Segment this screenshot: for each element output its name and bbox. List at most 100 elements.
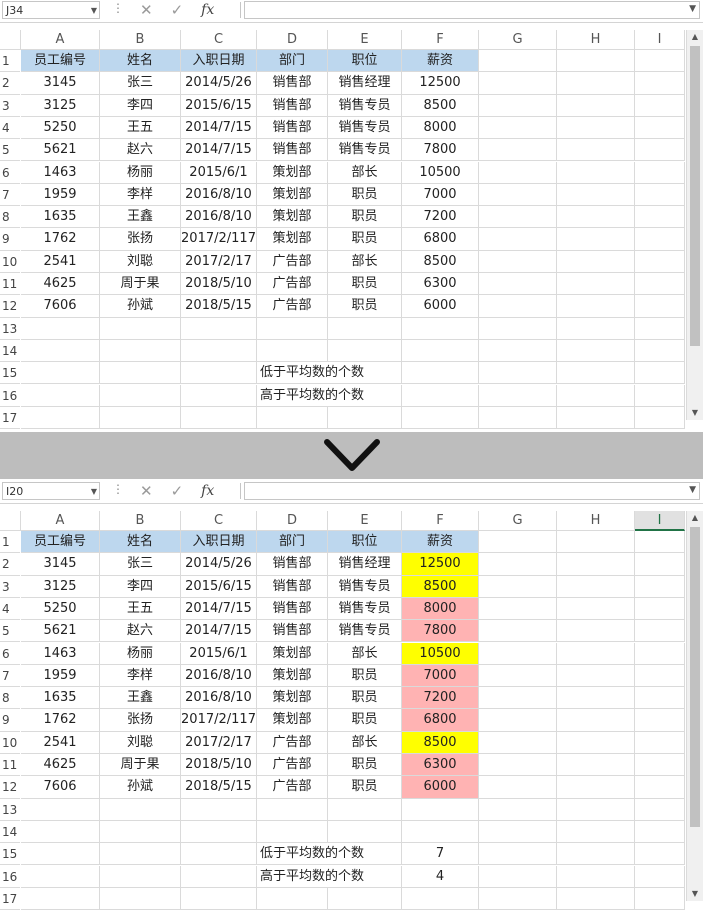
cell-h7[interactable] — [557, 183, 635, 207]
cell-i5[interactable] — [635, 139, 685, 162]
cell-b9[interactable]: 张扬 — [100, 228, 181, 251]
row-header-5[interactable]: 5 — [0, 620, 20, 643]
formula-input[interactable]: ▼ — [244, 482, 700, 500]
cell-f5[interactable]: 7800 — [402, 139, 479, 162]
cell-e11[interactable]: 职员 — [328, 754, 402, 777]
cell-a3[interactable]: 3125 — [21, 575, 100, 598]
row-header-14[interactable]: 14 — [0, 339, 20, 363]
row-header-8[interactable]: 8 — [0, 206, 20, 229]
cell-e2[interactable]: 销售经理 — [328, 72, 402, 95]
cell-d2[interactable]: 销售部 — [257, 72, 328, 95]
cell-e2[interactable]: 销售经理 — [328, 553, 402, 576]
cell-a4[interactable]: 5250 — [21, 597, 100, 621]
cell-g8[interactable] — [479, 687, 557, 710]
cell-h5[interactable] — [557, 139, 635, 162]
cell-a9[interactable]: 1762 — [21, 228, 100, 251]
cell-i14[interactable] — [635, 820, 685, 844]
cell-i1[interactable] — [635, 531, 685, 554]
cell-c5[interactable]: 2014/7/15 — [181, 620, 257, 643]
cell-b2[interactable]: 张三 — [100, 72, 181, 95]
cell-i5[interactable] — [635, 620, 685, 643]
cell-a2[interactable]: 3145 — [21, 553, 100, 576]
cell-c14[interactable] — [181, 339, 257, 363]
cell-f3[interactable]: 8500 — [402, 575, 479, 598]
cell-c11[interactable]: 2018/5/10 — [181, 754, 257, 777]
cell-g9[interactable] — [479, 228, 557, 251]
cell-c5[interactable]: 2014/7/15 — [181, 139, 257, 162]
cell-c17[interactable] — [181, 406, 257, 430]
cell-b9[interactable]: 张扬 — [100, 709, 181, 732]
cell-e4[interactable]: 销售专员 — [328, 116, 402, 140]
cell-f3[interactable]: 8500 — [402, 94, 479, 117]
cell-b10[interactable]: 刘聪 — [100, 250, 181, 273]
cell-d7[interactable]: 策划部 — [257, 664, 328, 688]
cell-c6[interactable]: 2015/6/1 — [181, 161, 257, 184]
cell-i6[interactable] — [635, 642, 685, 665]
cell-g4[interactable] — [479, 116, 557, 140]
cell-e16[interactable] — [328, 865, 402, 888]
name-box[interactable]: I20 ▼ — [2, 482, 100, 500]
cell-c10[interactable]: 2017/2/17 — [181, 731, 257, 754]
cell-f15[interactable] — [402, 362, 479, 385]
cell-i13[interactable] — [635, 798, 685, 821]
cell-h11[interactable] — [557, 754, 635, 777]
cell-d12[interactable]: 广告部 — [257, 776, 328, 799]
cell-d3[interactable]: 销售部 — [257, 575, 328, 598]
cell-b5[interactable]: 赵六 — [100, 620, 181, 643]
cell-h11[interactable] — [557, 273, 635, 296]
cell-h6[interactable] — [557, 642, 635, 665]
cell-f6[interactable]: 10500 — [402, 642, 479, 665]
cell-i9[interactable] — [635, 228, 685, 251]
cell-d1[interactable]: 部门 — [257, 531, 328, 554]
cell-d8[interactable]: 策划部 — [257, 206, 328, 229]
cell-h9[interactable] — [557, 228, 635, 251]
cell-h17[interactable] — [557, 406, 635, 430]
column-header-f[interactable]: F — [402, 30, 479, 50]
cell-f16[interactable] — [402, 384, 479, 407]
cell-e3[interactable]: 销售专员 — [328, 575, 402, 598]
cell-g7[interactable] — [479, 183, 557, 207]
cell-c1[interactable]: 入职日期 — [181, 50, 257, 73]
cell-b6[interactable]: 杨丽 — [100, 161, 181, 184]
cell-a7[interactable]: 1959 — [21, 664, 100, 688]
cell-e14[interactable] — [328, 820, 402, 844]
cell-c17[interactable] — [181, 887, 257, 911]
cell-f12[interactable]: 6000 — [402, 295, 479, 318]
row-header-6[interactable]: 6 — [0, 161, 20, 184]
cell-b11[interactable]: 周于果 — [100, 273, 181, 296]
cell-d4[interactable]: 销售部 — [257, 116, 328, 140]
cell-b12[interactable]: 孙斌 — [100, 776, 181, 799]
cell-h1[interactable] — [557, 50, 635, 73]
row-header-13[interactable]: 13 — [0, 317, 20, 340]
cell-c14[interactable] — [181, 820, 257, 844]
cell-f7[interactable]: 7000 — [402, 183, 479, 207]
cell-h16[interactable] — [557, 865, 635, 888]
cell-h12[interactable] — [557, 776, 635, 799]
cancel-icon[interactable]: ✕ — [140, 1, 153, 19]
cell-e16[interactable] — [328, 384, 402, 407]
cell-e14[interactable] — [328, 339, 402, 363]
row-header-9[interactable]: 9 — [0, 709, 20, 732]
cell-c4[interactable]: 2014/7/15 — [181, 597, 257, 621]
cell-g5[interactable] — [479, 139, 557, 162]
cell-f8[interactable]: 7200 — [402, 687, 479, 710]
cell-h2[interactable] — [557, 72, 635, 95]
cell-b8[interactable]: 王鑫 — [100, 206, 181, 229]
cell-e9[interactable]: 职员 — [328, 709, 402, 732]
cell-c2[interactable]: 2014/5/26 — [181, 72, 257, 95]
cell-a16[interactable] — [21, 865, 100, 888]
cell-i17[interactable] — [635, 406, 685, 430]
cell-d6[interactable]: 策划部 — [257, 642, 328, 665]
cell-f1[interactable]: 薪资 — [402, 50, 479, 73]
cell-f13[interactable] — [402, 798, 479, 821]
worksheet-grid[interactable]: A B C D E F G H I 1 员工编号 姓名 入职日期 部门 职位 薪资 2 3145 张三 2014/5/… — [0, 511, 703, 914]
cell-a14[interactable] — [21, 339, 100, 363]
cell-c12[interactable]: 2018/5/15 — [181, 295, 257, 318]
cell-f6[interactable]: 10500 — [402, 161, 479, 184]
cell-c12[interactable]: 2018/5/15 — [181, 776, 257, 799]
cell-i4[interactable] — [635, 597, 685, 621]
cell-g7[interactable] — [479, 664, 557, 688]
cell-a10[interactable]: 2541 — [21, 250, 100, 273]
row-header-9[interactable]: 9 — [0, 228, 20, 251]
scroll-down-icon[interactable]: ▼ — [687, 406, 703, 420]
